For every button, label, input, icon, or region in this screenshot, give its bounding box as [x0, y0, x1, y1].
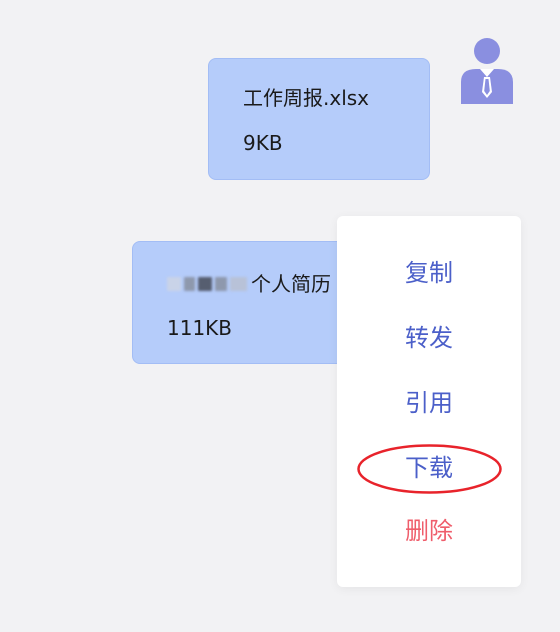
redacted-text — [167, 275, 247, 293]
file-message-bubble[interactable]: 工作周报.xlsx 9KB — [208, 58, 430, 180]
menu-item-forward[interactable]: 转发 — [337, 323, 521, 353]
file-size: 111KB — [167, 316, 233, 340]
context-menu: 复制 转发 引用 下载 删除 — [337, 216, 521, 587]
highlight-ring — [357, 444, 502, 494]
menu-item-quote[interactable]: 引用 — [337, 388, 521, 418]
avatar-icon[interactable] — [458, 36, 516, 108]
file-message-bubble[interactable]: 个人简历 111KB — [132, 241, 347, 364]
file-name: 工作周报.xlsx — [243, 86, 370, 110]
menu-item-copy[interactable]: 复制 — [337, 258, 521, 288]
menu-item-delete[interactable]: 删除 — [337, 516, 521, 546]
file-name: 个人简历 — [251, 272, 331, 296]
file-size: 9KB — [243, 131, 283, 155]
